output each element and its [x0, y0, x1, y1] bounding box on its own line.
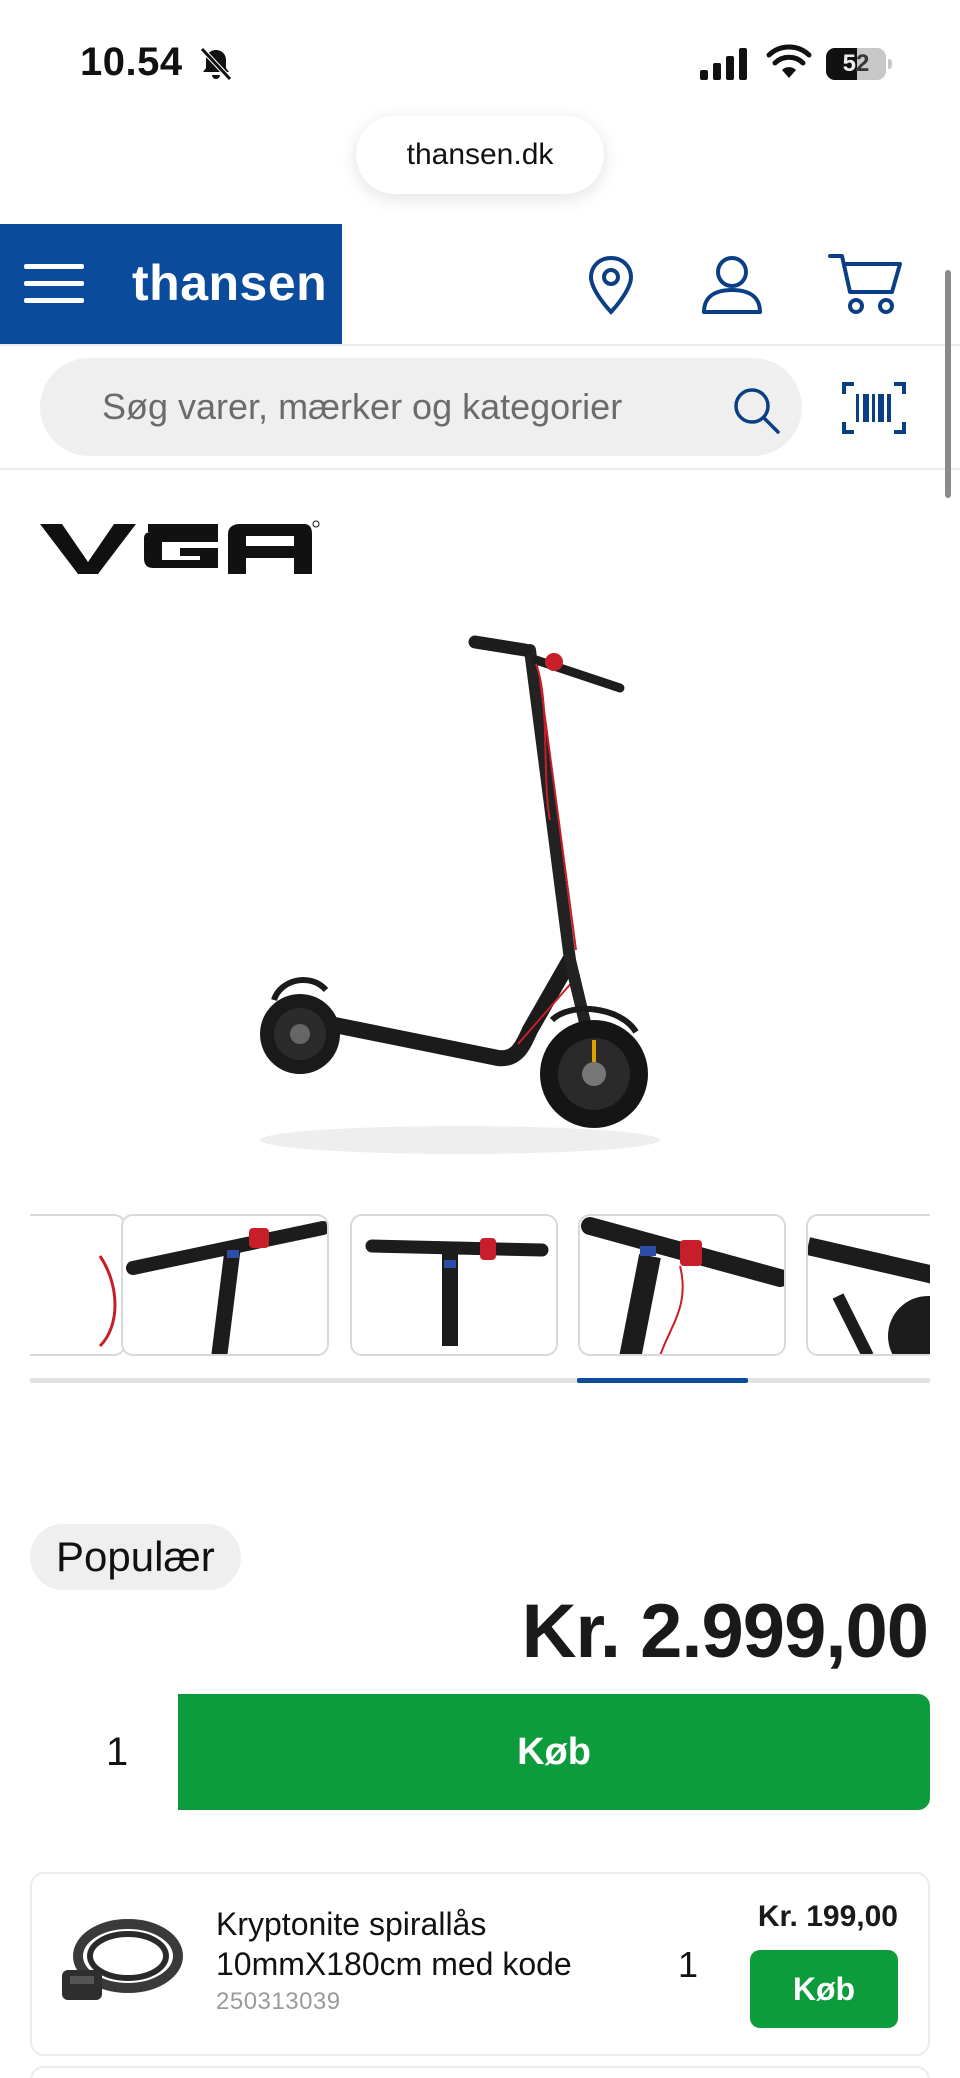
- thumbnail[interactable]: [578, 1214, 786, 1356]
- thumbnail[interactable]: [806, 1214, 930, 1356]
- search-icon[interactable]: [730, 384, 782, 436]
- thumbnail[interactable]: [30, 1214, 126, 1356]
- battery-indicator: 52: [826, 48, 892, 80]
- accessory-price: Kr. 199,00: [757, 1900, 898, 1933]
- gallery-scroll-track: [30, 1378, 930, 1383]
- quantity-field[interactable]: 1: [30, 1694, 176, 1810]
- cellular-signal-icon: [700, 48, 747, 80]
- product-price: Kr. 2.999,00: [521, 1589, 929, 1674]
- accessory-quantity[interactable]: 1: [678, 1944, 698, 1986]
- accessory-image-cable-lock[interactable]: [56, 1910, 184, 2020]
- search-bar[interactable]: [40, 358, 802, 456]
- menu-icon[interactable]: [24, 262, 84, 306]
- accessory-sku: 250313039: [216, 1988, 341, 2015]
- accessory-card: Kryptonite spirallås 10mmX180cm med kode…: [30, 1872, 930, 2056]
- search-input[interactable]: [102, 358, 692, 456]
- thumbnail[interactable]: [350, 1214, 558, 1356]
- account-icon[interactable]: [700, 254, 764, 316]
- header-divider: [0, 344, 960, 346]
- thumbnail-strip[interactable]: [30, 1214, 930, 1356]
- url-bar[interactable]: thansen.dk: [356, 116, 604, 194]
- barcode-icon[interactable]: [842, 382, 906, 434]
- brand-logo-vga: [40, 520, 320, 574]
- site-logo[interactable]: thansen: [132, 254, 327, 312]
- silent-bell-icon: [200, 47, 232, 81]
- popular-badge: Populær: [30, 1524, 241, 1590]
- accessory-name[interactable]: Kryptonite spirallås 10mmX180cm med kode: [216, 1904, 616, 1984]
- status-time: 10.54: [80, 40, 183, 84]
- location-icon[interactable]: [586, 254, 636, 316]
- accessory-buy-button[interactable]: Køb: [750, 1950, 898, 2028]
- wifi-icon: [766, 44, 812, 78]
- battery-percent: 52: [842, 50, 870, 77]
- cart-icon[interactable]: [828, 250, 904, 316]
- product-image-scooter[interactable]: [240, 620, 680, 1180]
- thumbnail[interactable]: [121, 1214, 329, 1356]
- buy-button[interactable]: Køb: [178, 1694, 930, 1810]
- gallery-scroll-indicator: [576, 1378, 748, 1383]
- page-scrollbar[interactable]: [945, 270, 951, 498]
- search-divider: [0, 468, 960, 470]
- next-accessory-card: [30, 2066, 930, 2078]
